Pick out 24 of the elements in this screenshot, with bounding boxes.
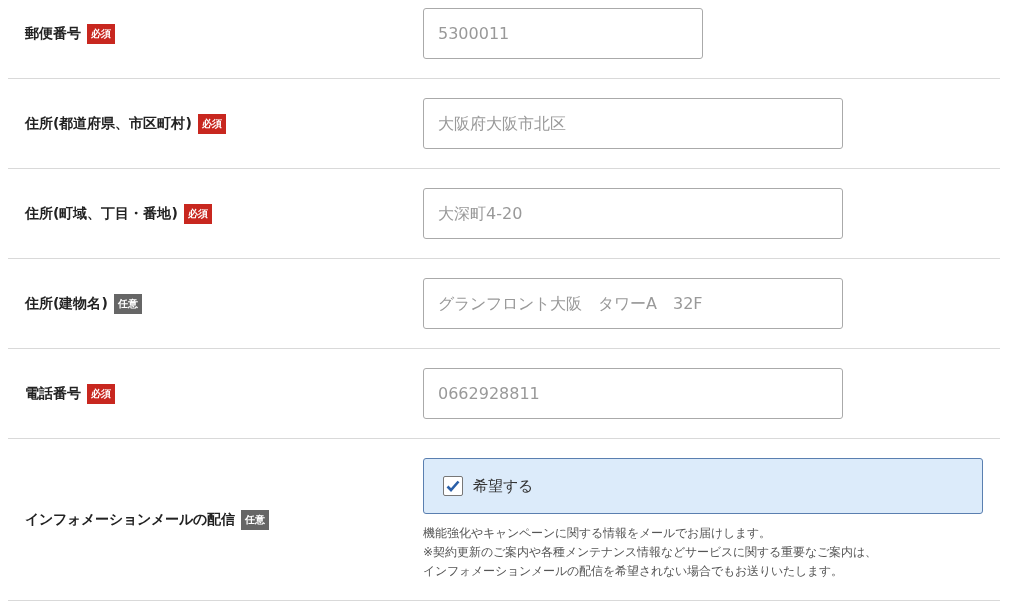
- note-text: ※契約更新のご案内や各種メンテナンス情報などサービスに関する重要なご案内は、: [423, 544, 879, 561]
- note-text: 機能強化やキャンペーンに関する情報をメールでお届けします。: [423, 525, 772, 542]
- field-label: 郵便番号: [25, 24, 81, 43]
- required-badge: 必須: [87, 383, 115, 404]
- field-label: 住所(町域、丁目・番地): [25, 204, 178, 223]
- checkbox-option[interactable]: 希望する: [423, 458, 983, 514]
- field-label: 電話番号: [25, 384, 81, 403]
- required-badge: 必須: [87, 23, 115, 44]
- input-field[interactable]: グランフロント大阪 タワーA 32F: [423, 278, 843, 329]
- input-field[interactable]: 大深町4-20: [423, 188, 843, 239]
- field-label: 住所(建物名): [25, 294, 108, 313]
- note-text: インフォメーションメールの配信を希望されない場合でもお送りいたします。: [423, 563, 844, 580]
- optional-badge: 任意: [241, 509, 269, 530]
- field-label: 住所(都道府県、市区町村): [25, 114, 192, 133]
- input-field[interactable]: 0662928811: [423, 368, 843, 419]
- option-label: 希望する: [473, 476, 533, 496]
- field-label: インフォメーションメールの配信: [25, 510, 235, 529]
- input-field[interactable]: 5300011: [423, 8, 703, 59]
- input-field[interactable]: 大阪府大阪市北区: [423, 98, 843, 149]
- checkmark-icon: [446, 480, 460, 492]
- optional-badge: 任意: [113, 293, 142, 314]
- required-badge: 必須: [197, 113, 226, 134]
- checkbox[interactable]: [443, 476, 463, 496]
- required-badge: 必須: [183, 203, 212, 224]
